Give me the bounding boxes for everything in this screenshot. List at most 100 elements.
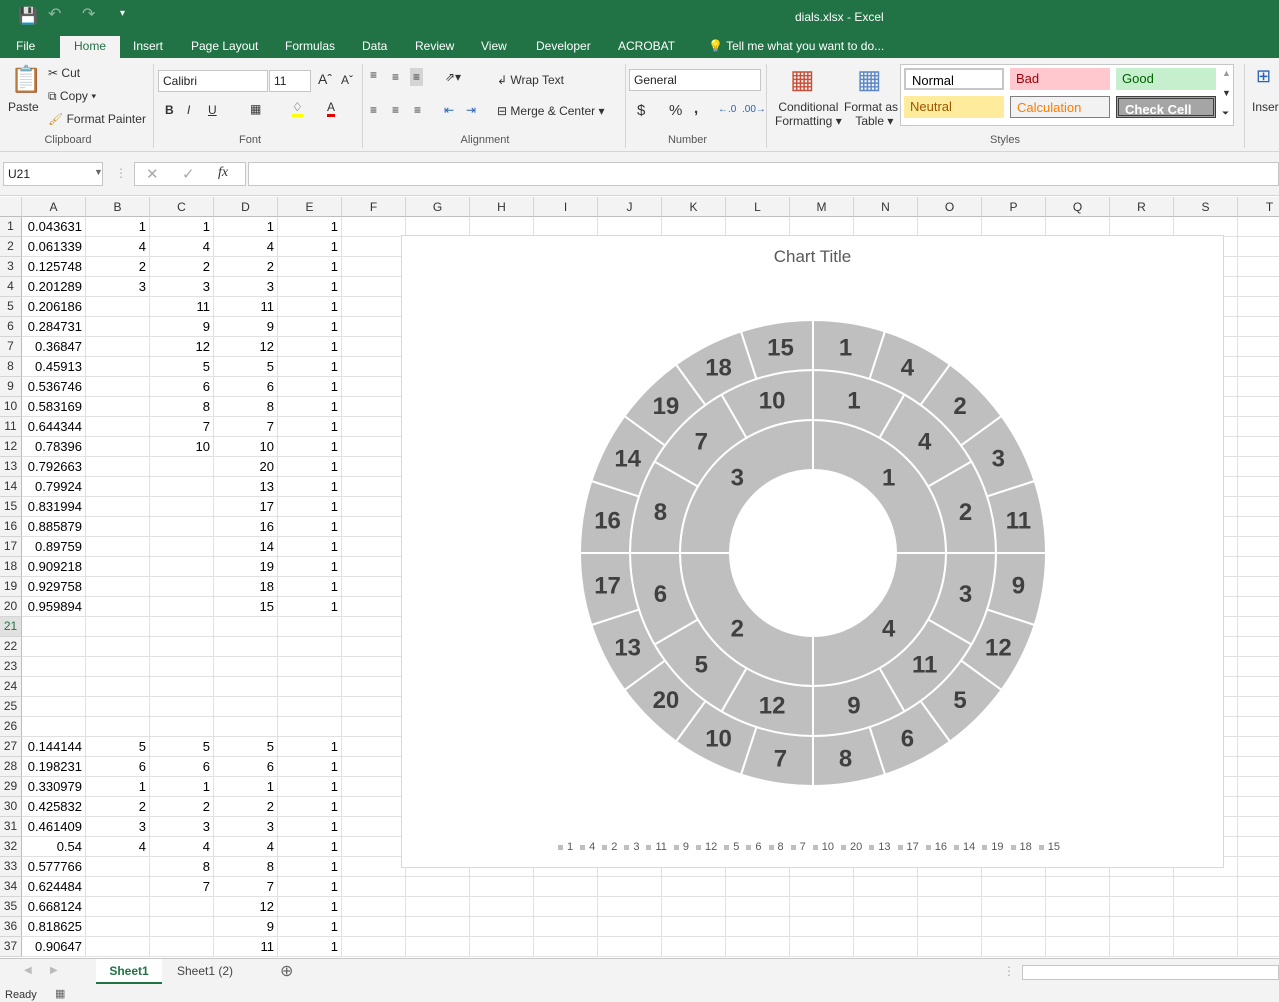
cell-T20[interactable] <box>1238 597 1279 617</box>
insert-button[interactable]: Inser <box>1252 100 1279 114</box>
cell-B22[interactable] <box>86 637 150 657</box>
cell-E14[interactable]: 1 <box>278 477 342 497</box>
conditional-formatting-icon[interactable]: ▦ <box>790 64 815 95</box>
cell-T35[interactable] <box>1238 897 1279 917</box>
cell-A15[interactable]: 0.831994 <box>22 497 86 517</box>
gallery-scroll-up-icon[interactable]: ▲ <box>1222 68 1231 78</box>
cell-Q37[interactable] <box>1046 937 1110 957</box>
cell-B26[interactable] <box>86 717 150 737</box>
cell-F17[interactable] <box>342 537 406 557</box>
cell-F13[interactable] <box>342 457 406 477</box>
cell-D27[interactable]: 5 <box>214 737 278 757</box>
column-header-P[interactable]: P <box>982 197 1046 217</box>
cell-T5[interactable] <box>1238 297 1279 317</box>
row-header-13[interactable]: 13 <box>0 457 22 477</box>
cell-E34[interactable]: 1 <box>278 877 342 897</box>
cell-R34[interactable] <box>1110 877 1174 897</box>
tab-view[interactable]: View <box>473 36 515 58</box>
cell-C20[interactable] <box>150 597 214 617</box>
cell-D36[interactable]: 9 <box>214 917 278 937</box>
cell-F34[interactable] <box>342 877 406 897</box>
save-icon[interactable]: 💾 <box>18 6 38 26</box>
cell-F8[interactable] <box>342 357 406 377</box>
cell-G34[interactable] <box>406 877 470 897</box>
cell-A33[interactable]: 0.577766 <box>22 857 86 877</box>
cut-button[interactable]: ✂ Cut <box>48 66 80 80</box>
column-header-N[interactable]: N <box>854 197 918 217</box>
cell-F25[interactable] <box>342 697 406 717</box>
legend-entry[interactable]: 9 <box>673 841 689 853</box>
row-header-20[interactable]: 20 <box>0 597 22 617</box>
cell-D35[interactable]: 12 <box>214 897 278 917</box>
cell-E7[interactable]: 1 <box>278 337 342 357</box>
cell-E24[interactable] <box>278 677 342 697</box>
chart-legend[interactable]: 1 4 2 3 11 9 12 5 6 8 7 10 20 13 17 16 14 19 18 15 <box>402 841 1223 853</box>
cell-D31[interactable]: 3 <box>214 817 278 837</box>
cell-D30[interactable]: 2 <box>214 797 278 817</box>
row-header-31[interactable]: 31 <box>0 817 22 837</box>
insert-cells-icon[interactable]: ⊞ <box>1256 66 1271 87</box>
column-header-F[interactable]: F <box>342 197 406 217</box>
cell-E15[interactable]: 1 <box>278 497 342 517</box>
cell-T33[interactable] <box>1238 857 1279 877</box>
cell-D6[interactable]: 9 <box>214 317 278 337</box>
insert-function-button[interactable]: fx <box>218 165 228 181</box>
row-header-29[interactable]: 29 <box>0 777 22 797</box>
cell-D16[interactable]: 16 <box>214 517 278 537</box>
cell-L1[interactable] <box>726 217 790 237</box>
cell-A12[interactable]: 0.78396 <box>22 437 86 457</box>
cell-B18[interactable] <box>86 557 150 577</box>
legend-entry[interactable]: 17 <box>897 841 919 853</box>
cell-T19[interactable] <box>1238 577 1279 597</box>
cell-S34[interactable] <box>1174 877 1238 897</box>
bold-button[interactable]: B <box>165 103 174 117</box>
cell-D20[interactable]: 15 <box>214 597 278 617</box>
cell-B15[interactable] <box>86 497 150 517</box>
decrease-indent-icon[interactable]: ⇤ <box>444 103 454 117</box>
cell-E12[interactable]: 1 <box>278 437 342 457</box>
cell-C31[interactable]: 3 <box>150 817 214 837</box>
cell-E3[interactable]: 1 <box>278 257 342 277</box>
cell-P35[interactable] <box>982 897 1046 917</box>
column-header-J[interactable]: J <box>598 197 662 217</box>
cell-A28[interactable]: 0.198231 <box>22 757 86 777</box>
cell-T14[interactable] <box>1238 477 1279 497</box>
cell-T25[interactable] <box>1238 697 1279 717</box>
cell-F9[interactable] <box>342 377 406 397</box>
cell-D3[interactable]: 2 <box>214 257 278 277</box>
cell-B20[interactable] <box>86 597 150 617</box>
row-header-26[interactable]: 26 <box>0 717 22 737</box>
row-header-32[interactable]: 32 <box>0 837 22 857</box>
cell-P37[interactable] <box>982 937 1046 957</box>
cell-C11[interactable]: 7 <box>150 417 214 437</box>
cell-C15[interactable] <box>150 497 214 517</box>
cell-F11[interactable] <box>342 417 406 437</box>
tab-developer[interactable]: Developer <box>528 36 599 58</box>
cell-A10[interactable]: 0.583169 <box>22 397 86 417</box>
cell-O34[interactable] <box>918 877 982 897</box>
cell-T28[interactable] <box>1238 757 1279 777</box>
cell-K35[interactable] <box>662 897 726 917</box>
cell-C18[interactable] <box>150 557 214 577</box>
cell-B29[interactable]: 1 <box>86 777 150 797</box>
cell-A4[interactable]: 0.201289 <box>22 277 86 297</box>
cell-F33[interactable] <box>342 857 406 877</box>
cell-T37[interactable] <box>1238 937 1279 957</box>
select-all-button[interactable] <box>0 197 22 217</box>
cell-T4[interactable] <box>1238 277 1279 297</box>
tab-review[interactable]: Review <box>407 36 462 58</box>
legend-entry[interactable]: 19 <box>982 841 1004 853</box>
column-header-M[interactable]: M <box>790 197 854 217</box>
row-header-3[interactable]: 3 <box>0 257 22 277</box>
doughnut-plot[interactable]: 1423142311912568710142311912568710201317… <box>402 236 1223 867</box>
cell-C9[interactable]: 6 <box>150 377 214 397</box>
cell-O37[interactable] <box>918 937 982 957</box>
cell-T18[interactable] <box>1238 557 1279 577</box>
legend-entry[interactable]: 8 <box>768 841 784 853</box>
cell-A29[interactable]: 0.330979 <box>22 777 86 797</box>
name-box[interactable]: U21 <box>3 162 103 186</box>
legend-entry[interactable]: 6 <box>746 841 762 853</box>
increase-decimal-icon[interactable]: ←.0 <box>718 104 736 115</box>
number-format-dropdown[interactable]: General <box>629 69 761 91</box>
cell-F4[interactable] <box>342 277 406 297</box>
